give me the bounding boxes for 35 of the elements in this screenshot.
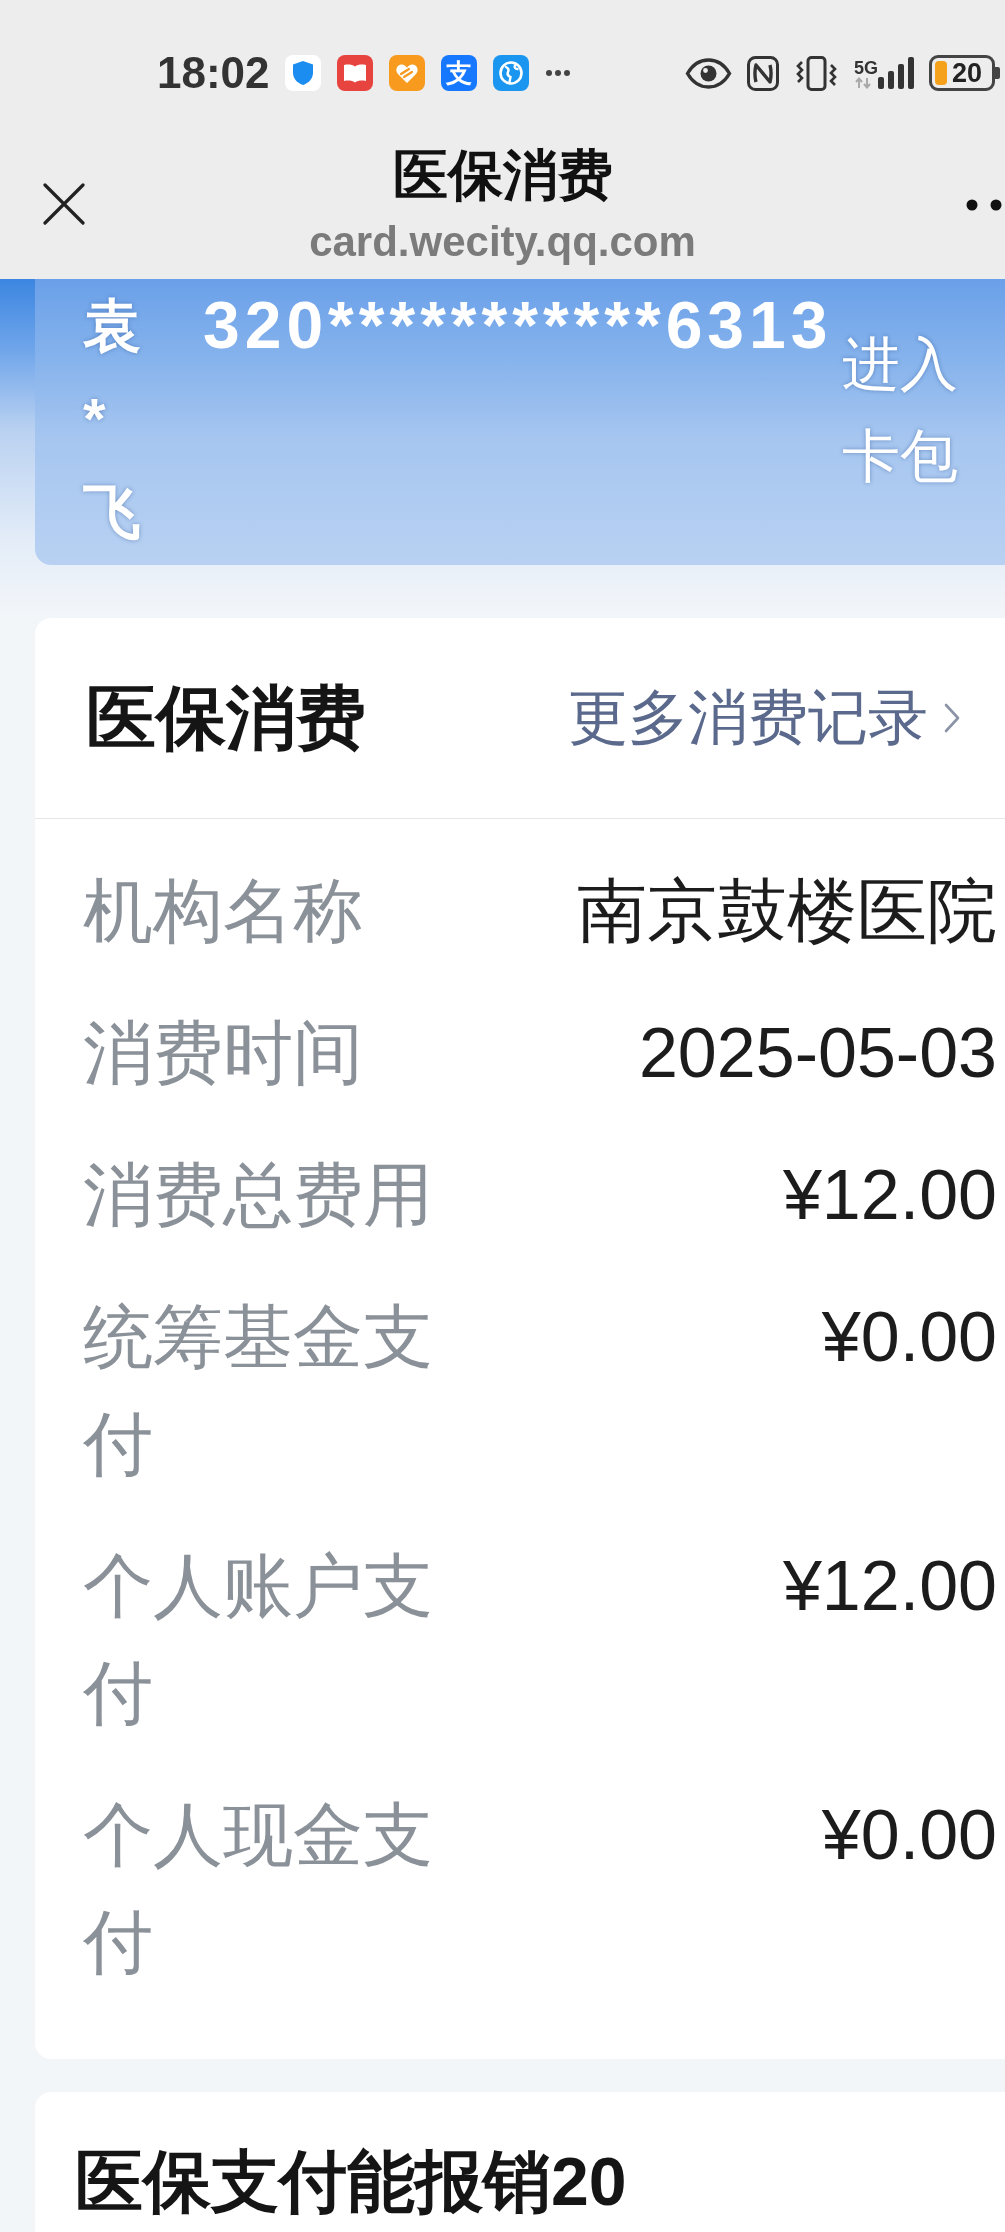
field-value: 2025-05-03: [638, 1012, 997, 1094]
more-records-link[interactable]: 更多消费记录: [568, 685, 960, 751]
field-label: 个人账户支付: [83, 1545, 434, 1734]
shield-icon: [284, 55, 321, 91]
ellipsis-icon: [544, 69, 571, 77]
phone-vibrate-icon: [794, 55, 839, 91]
card-title: 医保支付能报销20: [75, 2142, 628, 2221]
field-label: 统筹基金支付: [83, 1296, 434, 1485]
member-name: 袁*飞: [83, 292, 141, 546]
book-icon: [336, 55, 373, 91]
id-number: 320***********6313: [203, 287, 833, 364]
field-label: 消费总费用: [83, 1154, 434, 1236]
field-value: ¥12.00: [782, 1545, 997, 1627]
eye-icon: [685, 56, 732, 90]
field-label: 机构名称: [83, 870, 364, 952]
network-type-label: 5G: [854, 59, 878, 77]
status-time: 18:02: [157, 51, 270, 95]
field-value: ¥0.00: [821, 1794, 997, 1876]
close-icon[interactable]: [43, 182, 85, 225]
field-label: 个人现金支付: [83, 1794, 434, 1983]
payment-app-tile: 支: [440, 55, 477, 91]
page-title: 医保消费: [392, 142, 613, 208]
chevron-right-icon: [944, 703, 960, 733]
field-value: 南京鼓楼医院: [577, 870, 997, 952]
card-title: 医保消费: [86, 679, 366, 757]
globe-icon: [492, 55, 529, 91]
nfc-icon: [747, 55, 779, 91]
signal-icon: [878, 57, 914, 89]
field-value: ¥0.00: [821, 1296, 997, 1378]
battery-fill-icon: [935, 61, 947, 85]
data-arrows-icon: [854, 77, 874, 89]
field-label: 消费时间: [83, 1012, 364, 1094]
battery-percent: 20: [950, 61, 983, 85]
page-url: card.wecity.qq.com: [309, 216, 696, 267]
field-value: ¥12.00: [782, 1154, 997, 1236]
